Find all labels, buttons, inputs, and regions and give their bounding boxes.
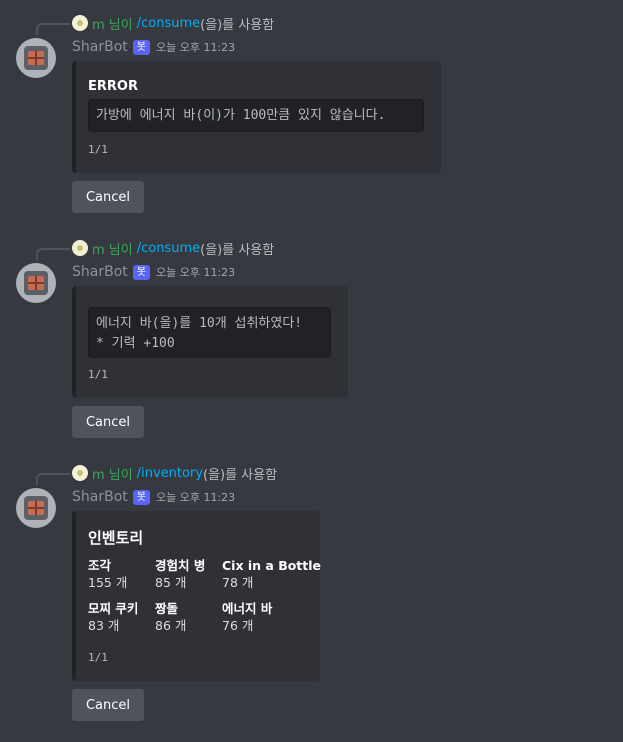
inventory-item: 짱돌 86 개 — [155, 600, 222, 635]
message-header: SharBot 봇 오늘 오후 11:23 — [72, 37, 235, 57]
cancel-button[interactable]: Cancel — [72, 181, 144, 213]
reply-username: m 님이 — [92, 242, 133, 258]
reply-context[interactable]: m 님이 /consume (을)를 사용함 — [72, 238, 274, 258]
embed: 인벤토리 조각 155 개 경험치 병 85 개 Cix in a Bottle… — [72, 511, 321, 681]
command-name[interactable]: /consume — [137, 241, 200, 256]
item-count: 76 개 — [222, 618, 254, 633]
bot-badge: 봇 — [132, 39, 150, 55]
bot-badge: 봇 — [132, 489, 150, 505]
reply-context[interactable]: m 님이 /consume (을)를 사용함 — [72, 13, 274, 33]
inventory-item: 모찌 쿠키 83 개 — [88, 600, 155, 635]
user-avatar-icon — [72, 465, 88, 481]
bot-avatar-icon — [28, 276, 44, 290]
command-name[interactable]: /consume — [137, 16, 200, 31]
embed: ERROR 가방에 에너지 바(이)가 100만큼 있지 않습니다. 1/1 — [72, 61, 441, 173]
embed-footer: 1/1 — [88, 368, 108, 381]
user-avatar-icon — [72, 240, 88, 256]
cancel-button[interactable]: Cancel — [72, 406, 144, 438]
user-avatar-icon — [72, 15, 88, 31]
bot-username[interactable]: SharBot — [72, 39, 128, 55]
command-name[interactable]: /inventory — [137, 466, 203, 481]
cancel-button[interactable]: Cancel — [72, 689, 144, 721]
item-name: Cix in a Bottle — [222, 558, 322, 573]
bot-avatar[interactable] — [16, 488, 56, 528]
item-count: 78 개 — [222, 575, 254, 590]
item-name: 모찌 쿠키 — [88, 601, 139, 616]
reply-username: m 님이 — [92, 467, 133, 483]
bot-badge: 봇 — [132, 264, 150, 280]
inventory-item: 경험치 병 85 개 — [155, 557, 222, 592]
inventory-item: Cix in a Bottle 78 개 — [222, 557, 332, 592]
reply-username: m 님이 — [92, 17, 133, 33]
reply-connector — [36, 23, 70, 35]
inventory-item: 에너지 바 76 개 — [222, 600, 332, 635]
reply-connector — [36, 473, 70, 485]
reply-connector — [36, 248, 70, 260]
timestamp: 오늘 오후 11:23 — [155, 41, 236, 54]
inventory-item: 조각 155 개 — [88, 557, 155, 592]
reply-context[interactable]: m 님이 /inventory (을)를 사용함 — [72, 463, 277, 483]
code-block: 에너지 바(을)를 10개 섭취하였다! * 기력 +100 — [88, 307, 331, 358]
item-count: 155 개 — [88, 575, 128, 590]
message-header: SharBot 봇 오늘 오후 11:23 — [72, 262, 235, 282]
bot-username[interactable]: SharBot — [72, 489, 128, 505]
item-name: 조각 — [88, 558, 112, 573]
item-name: 짱돌 — [155, 601, 179, 616]
item-count: 86 개 — [155, 618, 187, 633]
timestamp: 오늘 오후 11:23 — [155, 491, 236, 504]
item-count: 83 개 — [88, 618, 120, 633]
embed: 에너지 바(을)를 10개 섭취하였다! * 기력 +100 1/1 — [72, 286, 348, 398]
embed-title: 인벤토리 — [88, 529, 144, 547]
embed-title: ERROR — [88, 79, 138, 94]
item-name: 에너지 바 — [222, 601, 273, 616]
inventory-grid: 조각 155 개 경험치 병 85 개 Cix in a Bottle 78 개… — [88, 557, 332, 635]
reply-suffix: (을)를 사용함 — [200, 17, 275, 33]
bot-avatar-icon — [28, 501, 44, 515]
bot-avatar-icon — [28, 51, 44, 65]
code-block: 가방에 에너지 바(이)가 100만큼 있지 않습니다. — [88, 99, 424, 132]
reply-suffix: (을)를 사용함 — [202, 467, 278, 483]
reply-suffix: (을)를 사용함 — [200, 242, 275, 258]
item-count: 85 개 — [155, 575, 187, 590]
embed-footer: 1/1 — [88, 143, 108, 156]
bot-avatar[interactable] — [16, 263, 56, 303]
item-name: 경험치 병 — [155, 558, 206, 573]
message-header: SharBot 봇 오늘 오후 11:23 — [72, 487, 235, 507]
embed-footer: 1/1 — [88, 651, 108, 664]
timestamp: 오늘 오후 11:23 — [155, 266, 236, 279]
bot-avatar[interactable] — [16, 38, 56, 78]
bot-username[interactable]: SharBot — [72, 264, 128, 280]
